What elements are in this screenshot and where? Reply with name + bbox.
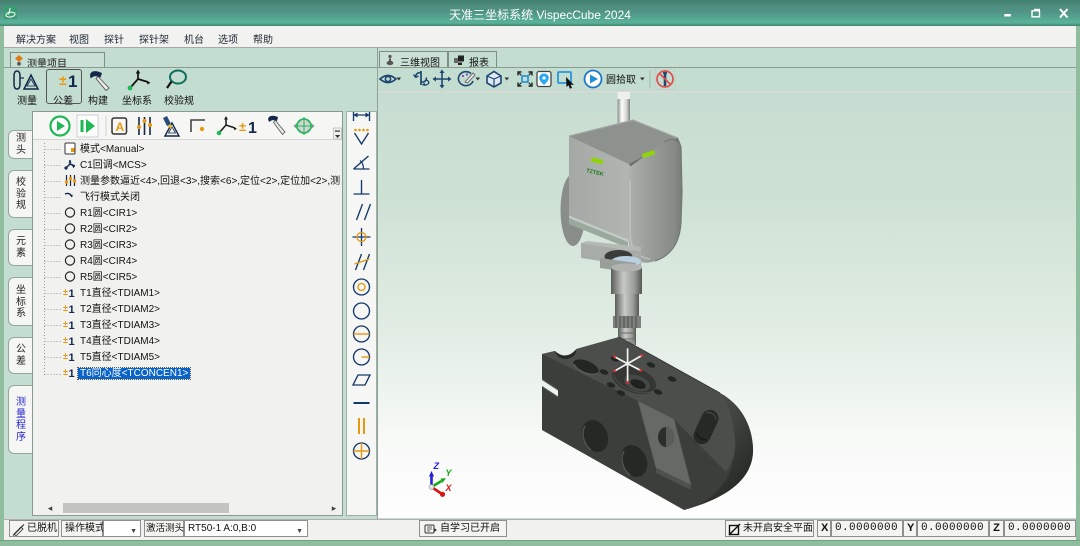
svg-text:±: ±	[63, 335, 68, 345]
svg-text:1: 1	[69, 352, 75, 364]
svg-text:Z: Z	[433, 461, 440, 471]
svg-text:1: 1	[68, 72, 77, 91]
svg-text:±: ±	[63, 351, 68, 361]
svg-text:1: 1	[69, 336, 75, 348]
svg-text:±: ±	[63, 303, 68, 313]
svg-text:1: 1	[248, 120, 257, 137]
svg-text:A: A	[116, 120, 125, 134]
svg-text:1: 1	[69, 304, 75, 316]
svg-text:±: ±	[239, 119, 246, 134]
svg-text:±: ±	[59, 72, 67, 88]
svg-text:圆拾取: 圆拾取	[606, 73, 636, 86]
svg-text:Y: Y	[446, 468, 453, 478]
svg-text:±: ±	[63, 319, 68, 329]
svg-text:±: ±	[63, 367, 68, 377]
svg-text:1: 1	[69, 368, 75, 380]
svg-text:X: X	[445, 483, 453, 493]
svg-text:1: 1	[69, 320, 75, 332]
svg-text:1: 1	[69, 288, 75, 300]
svg-text:±: ±	[63, 287, 68, 297]
